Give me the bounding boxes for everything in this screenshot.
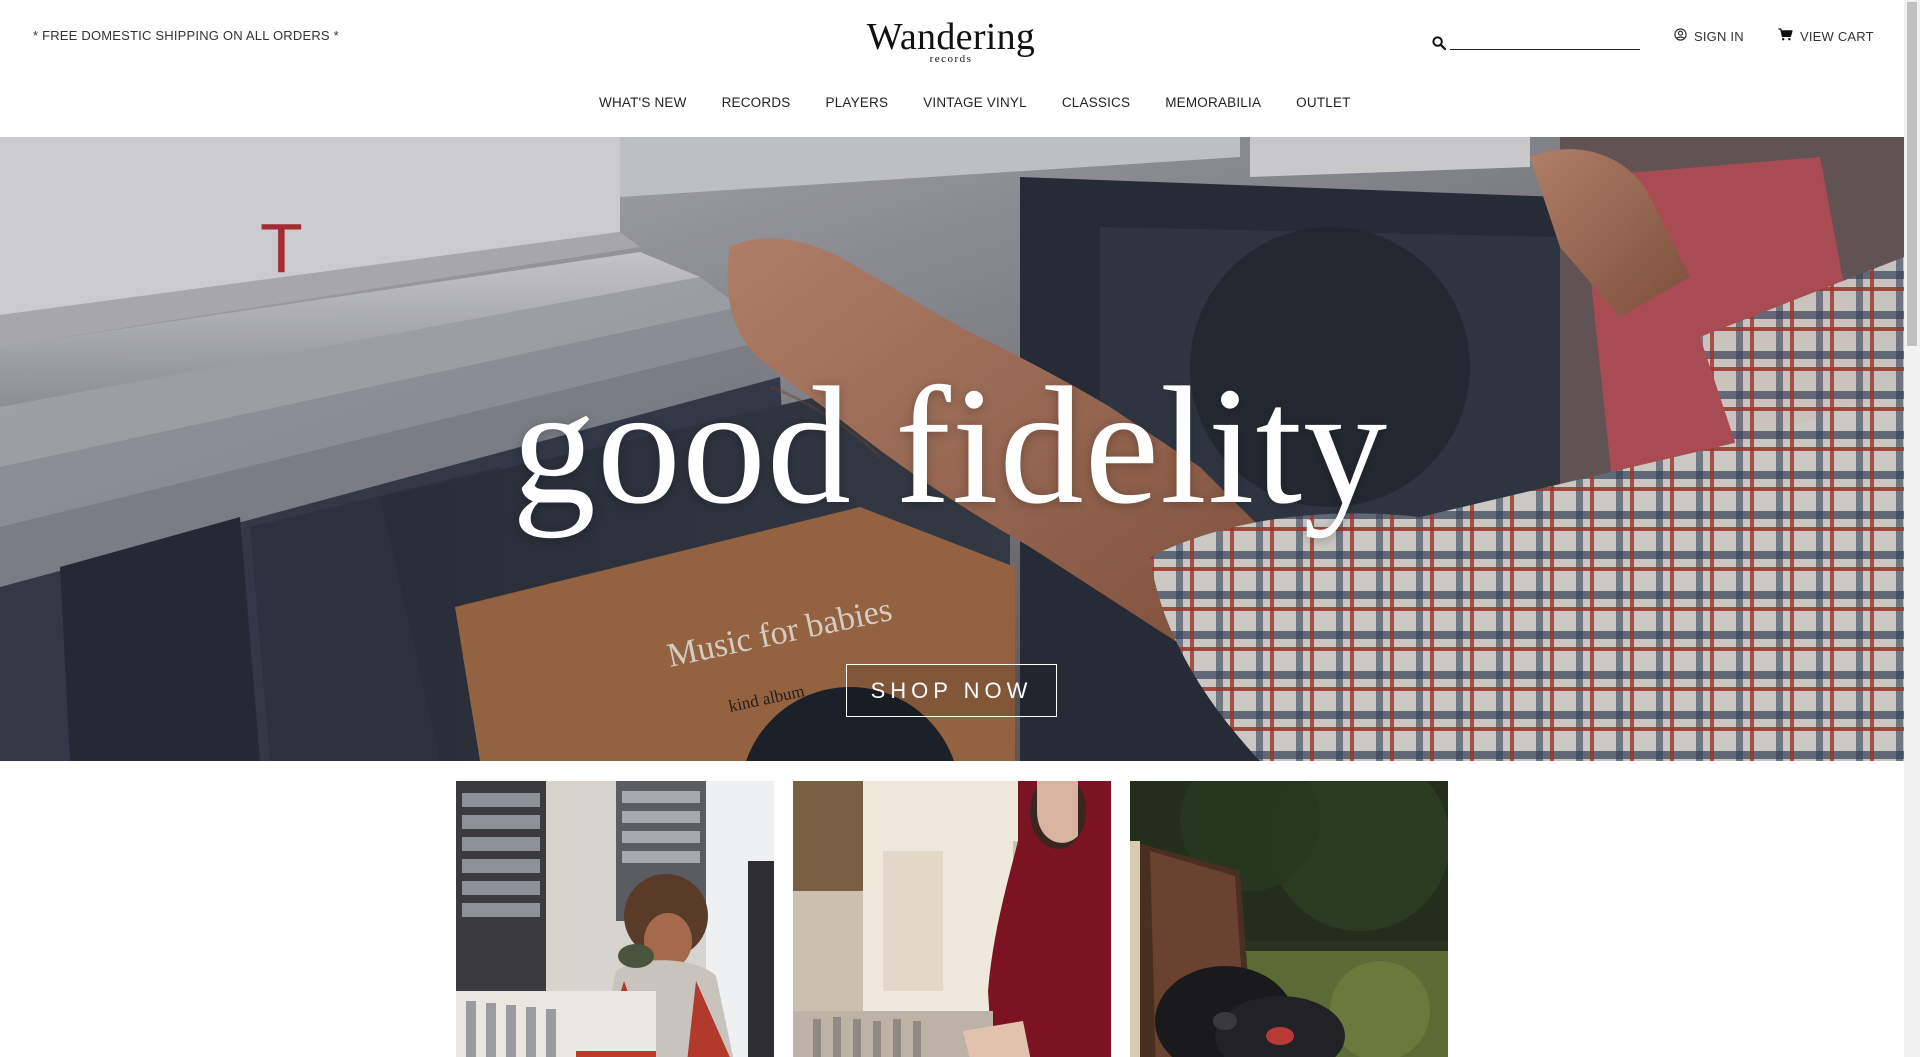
site-header: * FREE DOMESTIC SHIPPING ON ALL ORDERS *… bbox=[0, 0, 1904, 137]
cart-icon bbox=[1778, 28, 1793, 44]
nav-item-vintage-vinyl[interactable]: VINTAGE VINYL bbox=[923, 95, 1027, 110]
nav-item-outlet[interactable]: OUTLET bbox=[1296, 95, 1350, 110]
nav-list: WHAT'S NEW RECORDS PLAYERS VINTAGE VINYL… bbox=[599, 95, 1351, 110]
scrollbar-thumb[interactable] bbox=[1907, 2, 1917, 346]
person-in-record-store-photo bbox=[793, 781, 1111, 1057]
page-scrollbar[interactable] bbox=[1904, 0, 1920, 1057]
category-tile[interactable] bbox=[456, 781, 774, 1057]
hero-banner: T Music for babies kind album good fidel… bbox=[0, 137, 1904, 761]
site-logo[interactable]: Wandering records bbox=[867, 18, 1035, 65]
view-cart-link[interactable]: VIEW CART bbox=[1778, 28, 1874, 44]
category-tiles bbox=[456, 781, 1448, 1057]
logo-wordmark: Wandering bbox=[866, 16, 1036, 58]
nav-item-players[interactable]: PLAYERS bbox=[826, 95, 889, 110]
category-tile[interactable] bbox=[793, 781, 1111, 1057]
view-cart-label: VIEW CART bbox=[1800, 28, 1874, 44]
search-input[interactable] bbox=[1450, 30, 1640, 50]
nav-item-whats-new[interactable]: WHAT'S NEW bbox=[599, 95, 687, 110]
nav-item-records[interactable]: RECORDS bbox=[722, 95, 791, 110]
user-circle-icon bbox=[1674, 28, 1687, 44]
nav-item-memorabilia[interactable]: MEMORABILIA bbox=[1165, 95, 1261, 110]
search-bar bbox=[1432, 26, 1640, 50]
hero-title: good fidelity bbox=[511, 353, 1389, 539]
sign-in-link[interactable]: SIGN IN bbox=[1674, 28, 1744, 44]
category-tile[interactable] bbox=[1130, 781, 1448, 1057]
promo-banner: * FREE DOMESTIC SHIPPING ON ALL ORDERS * bbox=[33, 28, 339, 43]
nav-item-classics[interactable]: CLASSICS bbox=[1062, 95, 1130, 110]
sign-in-label: SIGN IN bbox=[1694, 28, 1744, 44]
woman-browsing-records-photo bbox=[456, 781, 774, 1057]
search-icon[interactable] bbox=[1432, 36, 1446, 50]
vintage-records-outdoors-photo bbox=[1130, 781, 1448, 1057]
shop-now-button[interactable]: SHOP NOW bbox=[846, 664, 1057, 717]
page: * FREE DOMESTIC SHIPPING ON ALL ORDERS *… bbox=[0, 0, 1904, 1057]
